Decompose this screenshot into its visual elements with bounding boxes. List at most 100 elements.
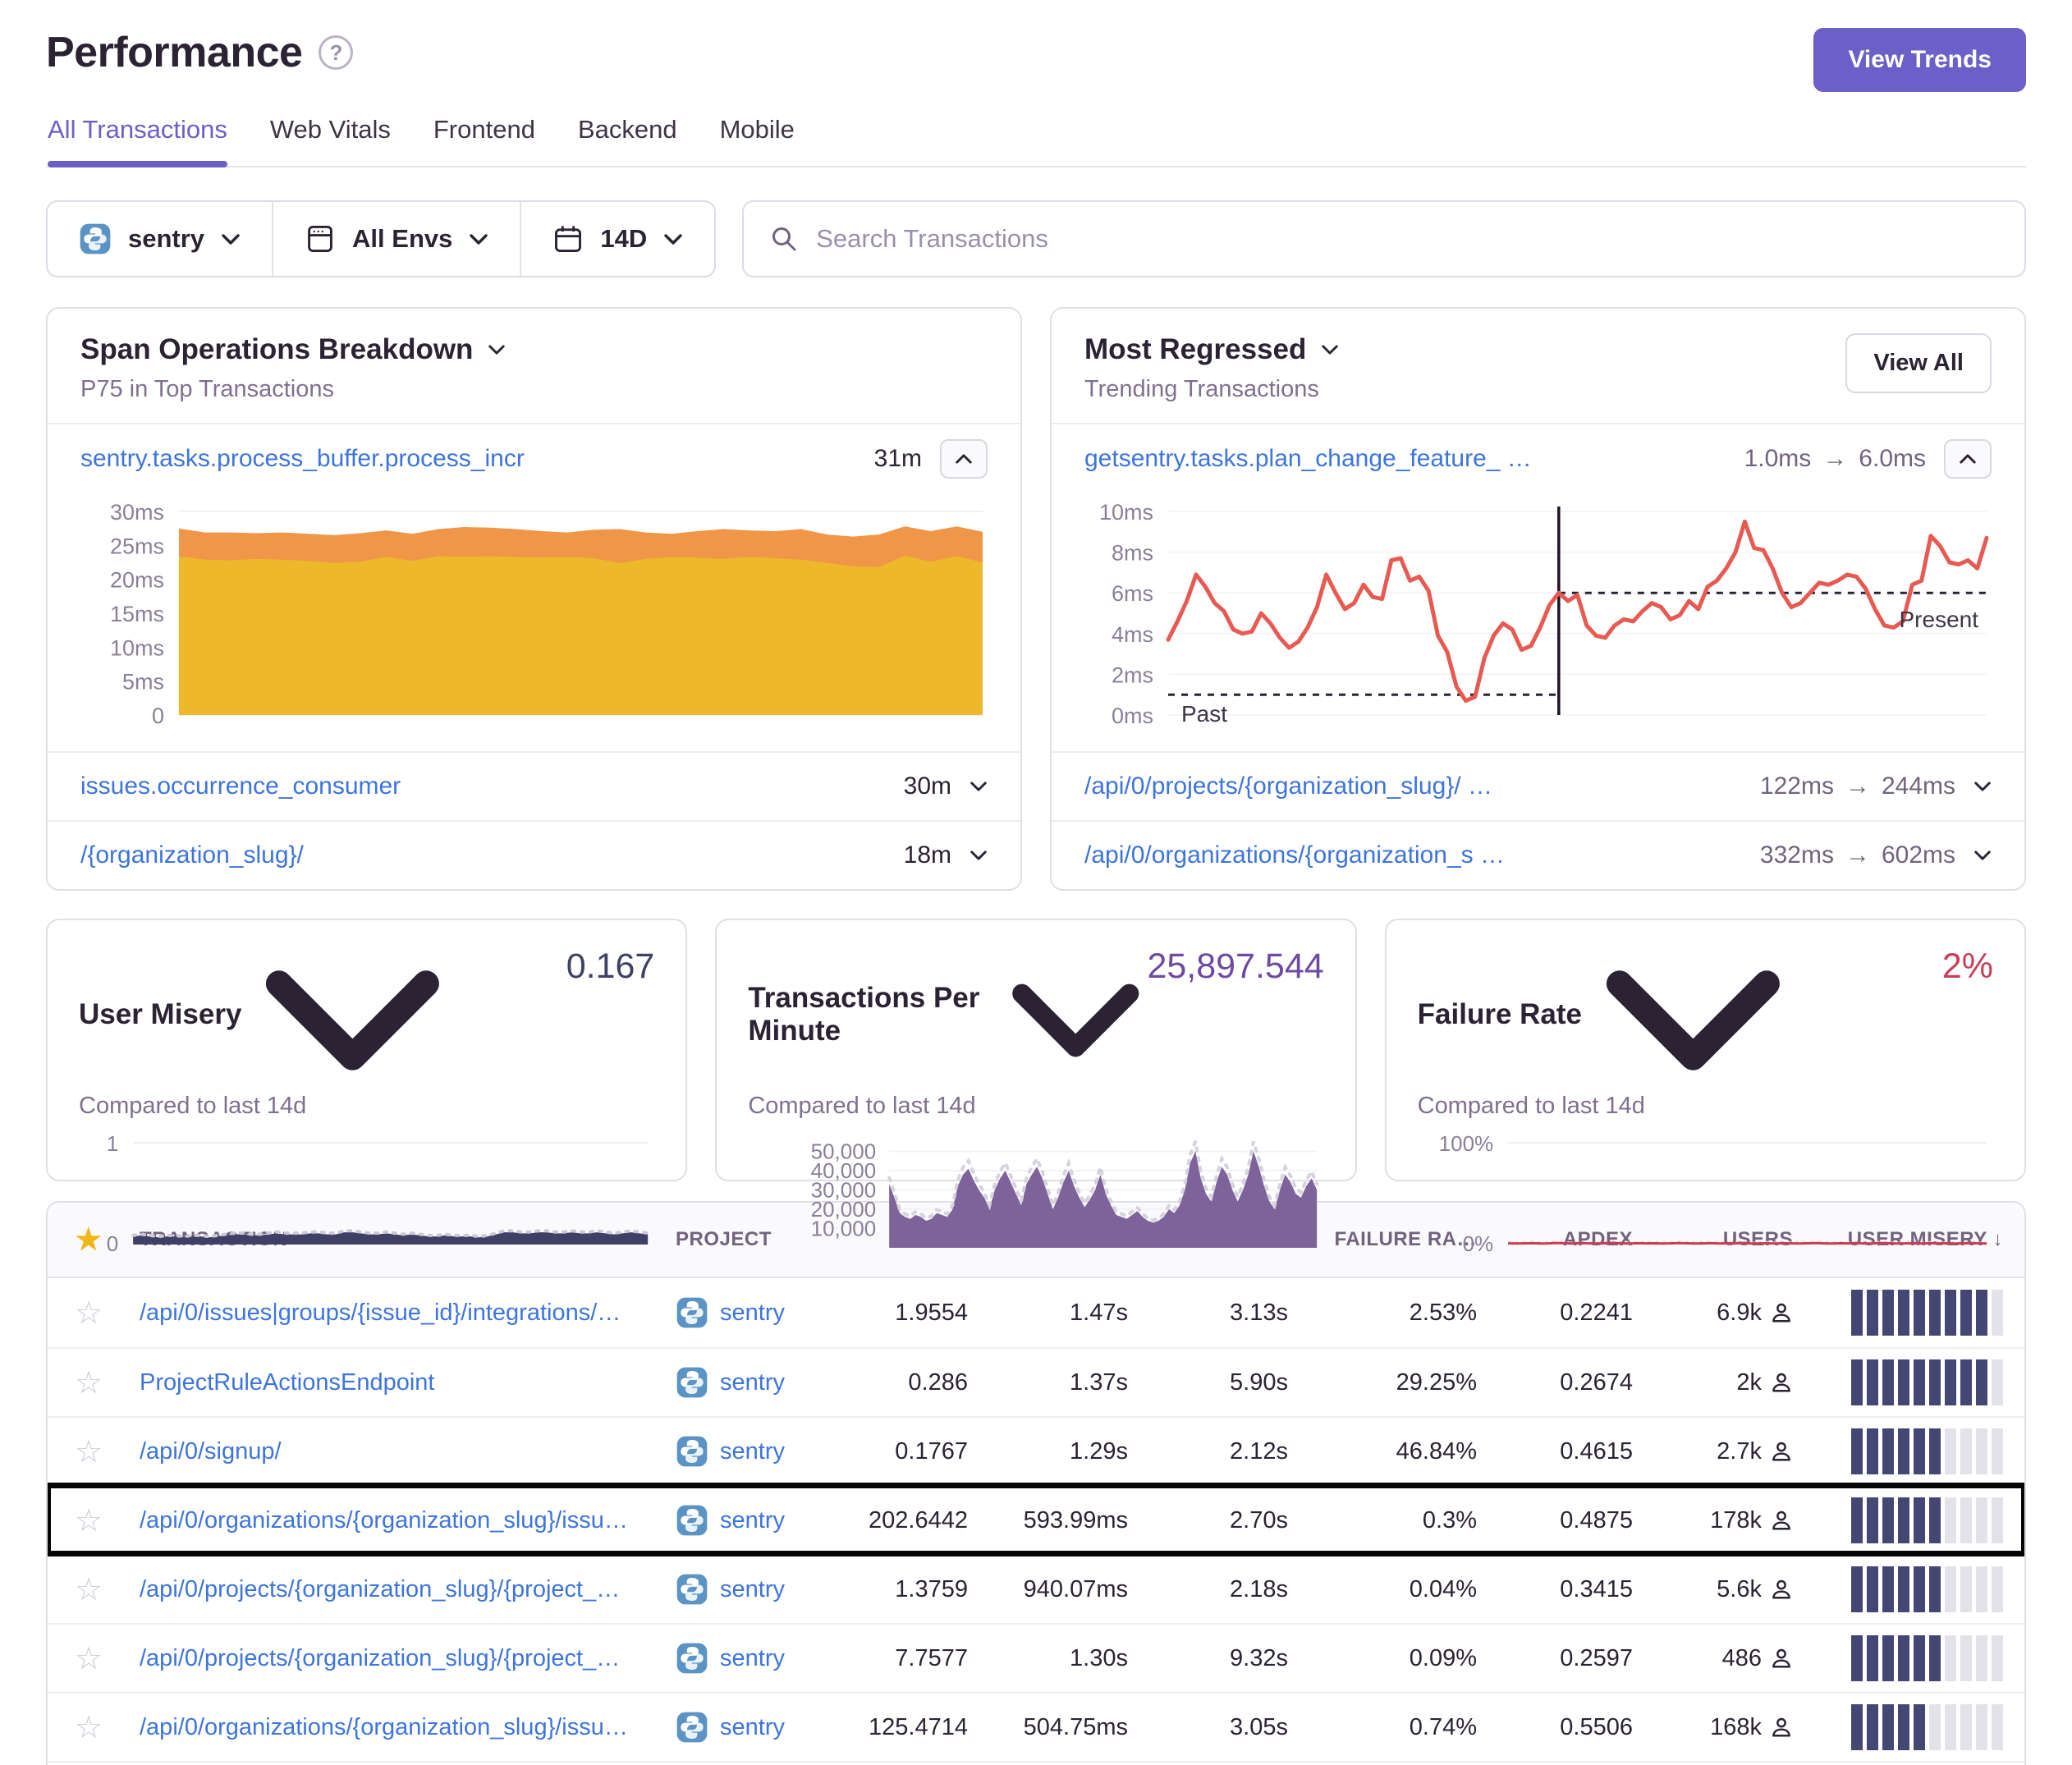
chevron-down-icon [221, 233, 241, 245]
span-ops-subtitle: P75 in Top Transactions [80, 376, 988, 403]
chevron-down-icon [254, 947, 451, 1083]
environment-filter-label: All Envs [352, 224, 452, 254]
tpm-cell: 1.3759 [814, 1576, 978, 1603]
svg-text:25ms: 25ms [110, 534, 164, 558]
tab-mobile[interactable]: Mobile [720, 115, 795, 166]
help-icon[interactable]: ? [319, 35, 353, 70]
collapse-button[interactable] [940, 439, 988, 479]
p95-cell: 2.12s [1138, 1438, 1298, 1465]
failure-rate-cell: 46.84% [1298, 1438, 1487, 1465]
environment-filter[interactable]: All Envs [272, 202, 520, 276]
project-link[interactable]: sentry [720, 1645, 785, 1672]
failure-rate-cell: 29.25% [1298, 1369, 1487, 1396]
project-link[interactable]: sentry [720, 1714, 785, 1741]
svg-text:1: 1 [107, 1131, 118, 1156]
python-project-icon [676, 1642, 708, 1675]
star-icon[interactable]: ☆ [48, 1571, 130, 1608]
users-cell: 486 [1643, 1645, 1803, 1672]
p95-cell: 3.13s [1138, 1300, 1298, 1327]
span-ops-chart: 30ms25ms20ms15ms10ms5ms0 [48, 493, 1020, 751]
star-icon[interactable]: ☆ [48, 1709, 130, 1746]
star-icon[interactable]: ☆ [48, 1295, 130, 1332]
table-row[interactable]: ☆ [48, 1761, 2024, 1765]
table-row[interactable]: ☆ /api/0/projects/{organization_slug}/{p… [48, 1623, 2024, 1692]
user-icon [1770, 1440, 1793, 1463]
date-range-filter[interactable]: 14D [520, 202, 714, 276]
user-icon [1770, 1716, 1793, 1739]
star-icon[interactable]: ☆ [48, 1640, 130, 1677]
svg-text:0: 0 [107, 1231, 118, 1256]
apdex-cell: 0.3415 [1487, 1576, 1643, 1603]
span-op-link[interactable]: sentry.tasks.process_buffer.process_incr [80, 445, 874, 473]
project-link[interactable]: sentry [720, 1369, 785, 1396]
svg-text:10,000: 10,000 [811, 1216, 877, 1240]
metric-cards-row: User Misery 0.167 Compared to last 14d 1… [46, 919, 2026, 1181]
tab-bar: All Transactions Web Vitals Frontend Bac… [46, 115, 2026, 167]
expand-chevron[interactable] [1973, 781, 1992, 792]
svg-text:0: 0 [152, 704, 164, 728]
regressed-transaction-link[interactable]: /api/0/projects/{organization_slug}/ … [1084, 772, 1760, 800]
calendar-icon [552, 223, 584, 254]
project-link[interactable]: sentry [720, 1576, 785, 1603]
view-all-button[interactable]: View All [1845, 333, 1992, 393]
table-row[interactable]: ☆ /api/0/signup/ sentry 0.1767 1.29s 2.1… [48, 1416, 2024, 1485]
regressed-transaction-link[interactable]: getsentry.tasks.plan_change_feature_ … [1084, 445, 1744, 473]
transaction-link[interactable]: /api/0/issues|groups/{issue_id}/integrat… [130, 1300, 666, 1327]
transaction-link[interactable]: /api/0/organizations/{organization_slug}… [130, 1714, 666, 1741]
tpm-dropdown[interactable]: Transactions Per Minute [748, 947, 1147, 1083]
tpm-value: 25,897.544 [1147, 947, 1323, 987]
transaction-link[interactable]: /api/0/projects/{organization_slug}/{pro… [130, 1576, 666, 1603]
transaction-link[interactable]: /api/0/projects/{organization_slug}/{pro… [130, 1645, 666, 1672]
span-ops-row: /{organization_slug}/ 18m [48, 820, 1020, 889]
failure-rate-dropdown[interactable]: Failure Rate [1418, 947, 1791, 1083]
sort-descending-icon: ↓ [1993, 1228, 2004, 1250]
regressed-row: /api/0/organizations/{organization_s … 3… [1052, 820, 2024, 889]
span-op-link[interactable]: issues.occurrence_consumer [80, 772, 904, 800]
python-project-icon [676, 1711, 708, 1744]
table-row[interactable]: ☆ /api/0/organizations/{organization_slu… [48, 1485, 2024, 1554]
expand-chevron[interactable] [1973, 850, 1992, 861]
python-project-icon [676, 1366, 708, 1399]
svg-text:10ms: 10ms [1099, 500, 1153, 525]
user-misery-card: User Misery 0.167 Compared to last 14d 1… [46, 919, 687, 1181]
table-row[interactable]: ☆ /api/0/organizations/{organization_slu… [48, 1692, 2024, 1761]
apdex-cell: 0.2241 [1487, 1300, 1643, 1327]
expand-chevron[interactable] [970, 781, 988, 792]
expand-chevron[interactable] [970, 850, 988, 861]
project-link[interactable]: sentry [720, 1507, 785, 1534]
project-link[interactable]: sentry [720, 1438, 785, 1465]
regressed-transaction-link[interactable]: /api/0/organizations/{organization_s … [1084, 841, 1760, 869]
tpm-cell: 202.6442 [814, 1507, 978, 1534]
project-filter[interactable]: sentry [48, 202, 272, 276]
table-row[interactable]: ☆ /api/0/projects/{organization_slug}/{p… [48, 1554, 2024, 1623]
user-misery-bar [1803, 1428, 2024, 1474]
users-cell: 168k [1643, 1714, 1803, 1741]
tab-backend[interactable]: Backend [578, 115, 677, 166]
search-box[interactable] [742, 200, 2026, 277]
svg-text:0%: 0% [1462, 1231, 1493, 1256]
star-icon[interactable]: ☆ [48, 1364, 130, 1401]
tab-web-vitals[interactable]: Web Vitals [270, 115, 391, 166]
transaction-link[interactable]: /api/0/organizations/{organization_slug}… [130, 1507, 666, 1534]
project-link[interactable]: sentry [720, 1300, 785, 1327]
user-misery-dropdown[interactable]: User Misery [79, 947, 451, 1083]
transaction-link[interactable]: /api/0/signup/ [130, 1438, 666, 1465]
transaction-link[interactable]: ProjectRuleActionsEndpoint [130, 1369, 666, 1396]
regressed-row-expanded: getsentry.tasks.plan_change_feature_ … 1… [1052, 423, 2024, 493]
failure-rate-cell: 0.09% [1298, 1645, 1487, 1672]
span-ops-title-dropdown[interactable]: Span Operations Breakdown [80, 333, 988, 366]
table-row[interactable]: ☆ /api/0/issues|groups/{issue_id}/integr… [48, 1278, 2024, 1347]
p95-cell: 5.90s [1138, 1369, 1298, 1396]
project-filter-label: sentry [128, 224, 204, 254]
search-input[interactable] [816, 224, 1998, 254]
table-row[interactable]: ☆ ProjectRuleActionsEndpoint sentry 0.28… [48, 1347, 2024, 1416]
star-icon[interactable]: ☆ [48, 1433, 130, 1470]
star-icon[interactable]: ☆ [48, 1502, 130, 1539]
regression-values: 122ms → 244ms [1760, 772, 1955, 800]
python-project-icon [676, 1435, 708, 1468]
collapse-button[interactable] [1944, 439, 1992, 479]
span-op-link[interactable]: /{organization_slug}/ [80, 841, 904, 869]
tab-frontend[interactable]: Frontend [433, 115, 535, 166]
view-trends-button[interactable]: View Trends [1813, 28, 2026, 92]
tab-all-transactions[interactable]: All Transactions [48, 115, 227, 166]
